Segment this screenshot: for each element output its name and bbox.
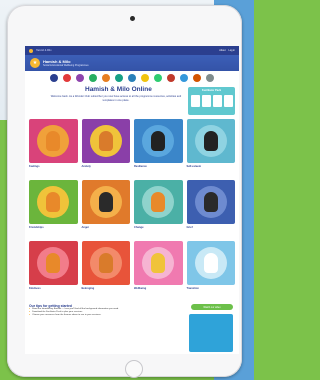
puzzle-icon[interactable] — [115, 74, 123, 82]
theme-tile[interactable]: Change — [134, 180, 183, 238]
theme-tile-image[interactable] — [29, 241, 78, 285]
theme-tile-image[interactable] — [29, 119, 78, 163]
smile-icon[interactable] — [193, 74, 201, 82]
home-icon[interactable] — [50, 74, 58, 82]
theme-tile-image[interactable] — [81, 241, 130, 285]
theme-grid: Feelings Anxiety Resilience Self-esteem Frie… — [29, 119, 235, 299]
promo-card — [223, 95, 233, 107]
video-thumbnail[interactable] — [189, 314, 233, 352]
facilitator-pack-promo[interactable]: Facilitator Pack — [188, 87, 235, 115]
theme-tile-label[interactable]: Friendships — [29, 226, 78, 229]
watch-video-button[interactable]: Watch our video — [191, 304, 233, 310]
theme-tile[interactable]: Wellbeing — [134, 241, 183, 299]
theme-tile-label[interactable]: Feelings — [29, 165, 78, 168]
character-icon — [98, 253, 113, 273]
theme-tile-label[interactable]: Wellbeing — [134, 287, 183, 290]
character-icon — [151, 253, 165, 273]
theme-tile-label[interactable]: Resilience — [134, 165, 183, 168]
topbar-link-about[interactable]: About — [219, 49, 225, 52]
tip-bullet-icon: ▸ — [29, 314, 31, 317]
theme-tile-image[interactable] — [134, 119, 183, 163]
character-icon — [98, 192, 113, 212]
promo-card — [212, 95, 222, 107]
topbar-site-name: Hamish & Milo — [36, 49, 52, 52]
star-icon[interactable] — [63, 74, 71, 82]
welcome-text: Welcome back. As a Wonder Club subscribe… — [50, 95, 182, 102]
theme-tile[interactable]: Feelings — [29, 119, 78, 177]
theme-tile-label[interactable]: Kindness — [29, 287, 78, 290]
theme-tile[interactable]: Self-esteem — [186, 119, 236, 177]
character-icon — [203, 131, 218, 151]
tablet-screen: Hamish & Milo About Log in ★ Hamish & Mi… — [25, 46, 239, 354]
theme-tile[interactable]: Resilience — [134, 119, 183, 177]
promo-card — [201, 95, 211, 107]
theme-tile[interactable]: Anger — [81, 180, 131, 238]
promo-cards — [188, 95, 235, 107]
brand-header: ★ Hamish & Milo Social & Emotional Wellb… — [25, 55, 239, 71]
people-icon[interactable] — [167, 74, 175, 82]
character-icon — [151, 192, 165, 212]
theme-tile-label[interactable]: Belonging — [82, 287, 131, 290]
theme-tile-image[interactable] — [134, 241, 183, 285]
character-icon — [203, 253, 218, 273]
tablet-frame: Hamish & Milo About Log in ★ Hamish & Mi… — [7, 5, 242, 378]
top-utility-bar: Hamish & Milo About Log in — [25, 46, 239, 55]
theme-tile-image[interactable] — [186, 180, 235, 224]
theme-tile-image[interactable] — [81, 180, 130, 224]
book-icon[interactable] — [89, 74, 97, 82]
camera-dot — [130, 16, 135, 21]
character-icon — [46, 253, 60, 273]
theme-tile[interactable]: Transition — [186, 241, 236, 299]
getting-started-section: Our tips for getting started Watch our v… — [29, 304, 235, 352]
hero-section: Hamish & Milo Online Welcome back. As a … — [25, 84, 239, 122]
topbar-link-login[interactable]: Log in — [228, 49, 235, 52]
theme-tile[interactable]: Kindness — [29, 241, 78, 299]
promo-card — [190, 95, 200, 107]
theme-tile-label[interactable]: Self-esteem — [187, 165, 236, 168]
theme-nav — [25, 71, 239, 84]
chat-icon[interactable] — [128, 74, 136, 82]
character-icon — [46, 131, 60, 151]
user-icon[interactable] — [206, 74, 214, 82]
theme-tile-image[interactable] — [186, 241, 235, 285]
theme-tile[interactable]: Belonging — [81, 241, 131, 299]
theme-tile-label[interactable]: Change — [134, 226, 183, 229]
theme-tile-image[interactable] — [134, 180, 183, 224]
mini-logo-icon — [29, 48, 33, 53]
home-button[interactable] — [125, 360, 143, 378]
music-icon[interactable] — [102, 74, 110, 82]
page-title: Hamish & Milo Online — [85, 86, 152, 93]
theme-tile-label[interactable]: Anger — [82, 226, 131, 229]
leaf-icon[interactable] — [154, 74, 162, 82]
tip-text: Choose your resources from the themes ab… — [32, 314, 102, 317]
character-icon — [98, 131, 113, 151]
character-icon — [46, 192, 60, 212]
character-icon — [203, 192, 218, 212]
sun-icon[interactable] — [141, 74, 149, 82]
theme-tile-image[interactable] — [81, 119, 130, 163]
brand-logo-icon[interactable]: ★ — [30, 58, 40, 68]
character-icon — [151, 131, 165, 151]
promo-heading: Facilitator Pack — [201, 89, 222, 92]
theme-tile[interactable]: Friendships — [29, 180, 78, 238]
theme-tile-image[interactable] — [186, 119, 235, 163]
heart-icon[interactable] — [76, 74, 84, 82]
theme-tile[interactable]: Anxiety — [81, 119, 131, 177]
theme-tile-label[interactable]: Grief — [187, 226, 236, 229]
theme-tile-label[interactable]: Transition — [187, 287, 236, 290]
cloud-icon[interactable] — [180, 74, 188, 82]
theme-tile-image[interactable] — [29, 180, 78, 224]
theme-tile-label[interactable]: Anxiety — [82, 165, 131, 168]
brand-tagline: Social & Emotional Wellbeing Programmes — [43, 63, 89, 67]
theme-tile[interactable]: Grief — [186, 180, 236, 238]
